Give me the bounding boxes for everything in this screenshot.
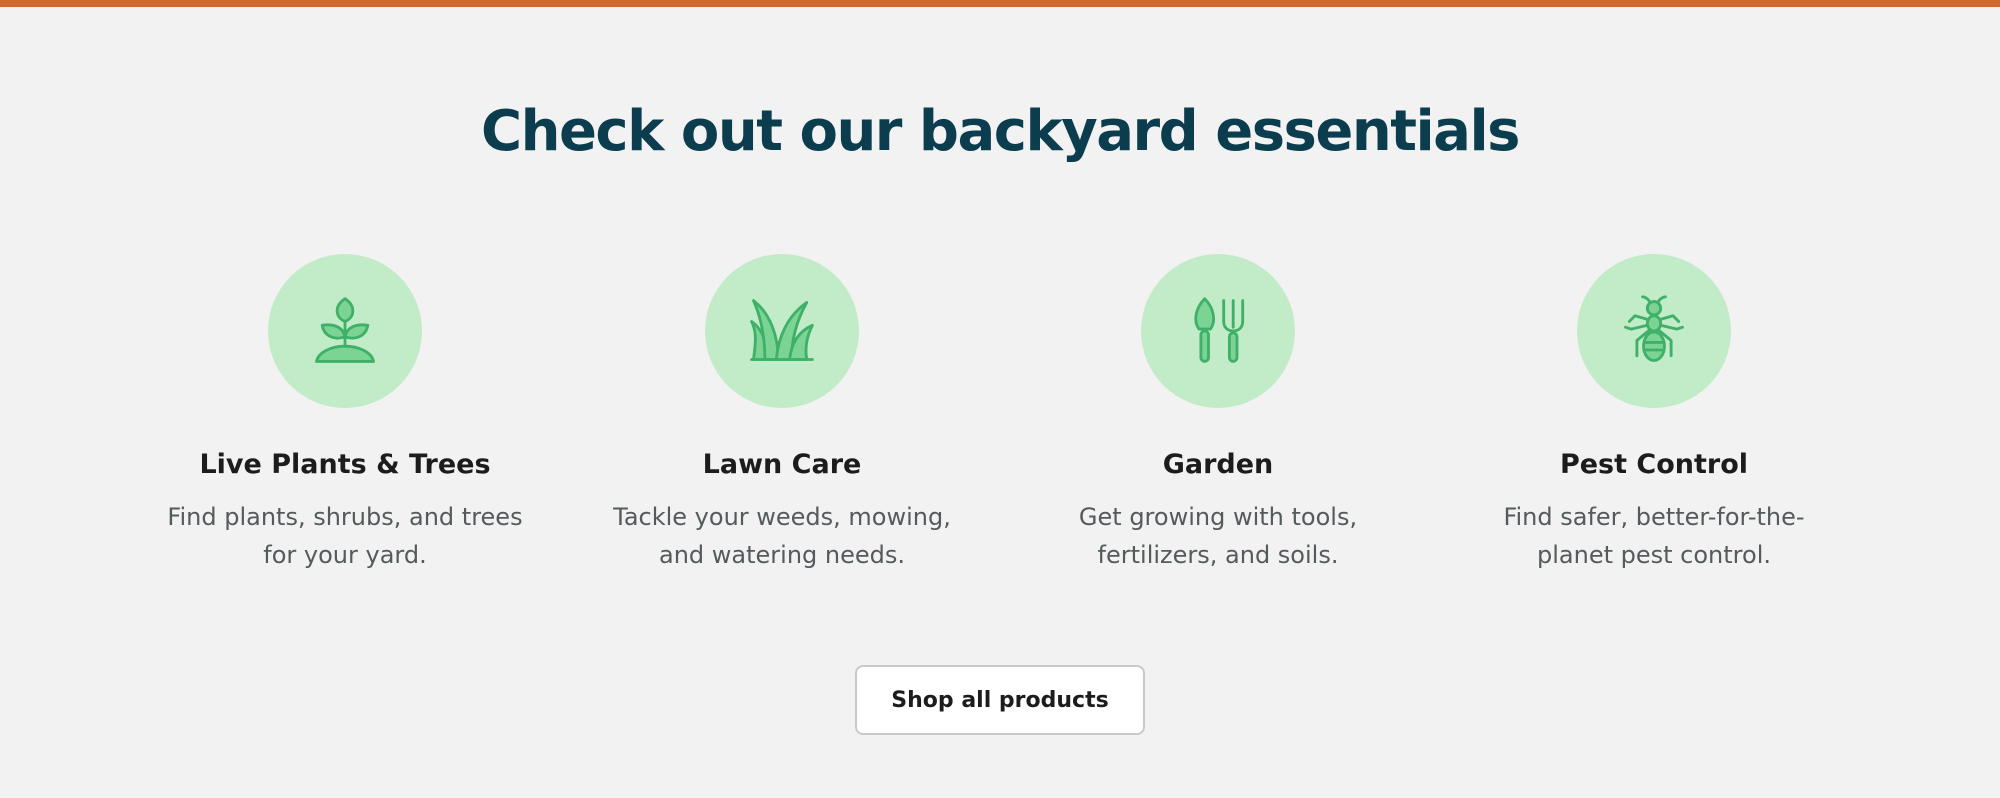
category-lawn-care[interactable]: Lawn Care Tackle your weeds, mowing, and… [564, 254, 1000, 574]
category-description: Find safer, better-for-the-planet pest c… [1503, 503, 1805, 569]
top-accent-bar [0, 0, 2000, 7]
category-title: Live Plants & Trees [199, 449, 491, 480]
category-description: Get growing with tools, fertilizers, and… [1078, 503, 1358, 569]
ant-icon [1577, 254, 1731, 408]
category-garden[interactable]: Garden Get growing with tools, fertilize… [1000, 254, 1436, 574]
sprout-icon [268, 254, 422, 408]
section-title: Check out our backyard essentials [480, 99, 1521, 164]
trowel-fork-icon [1141, 254, 1295, 408]
category-description: Find plants, shrubs, and trees for your … [167, 503, 523, 569]
category-pest-control[interactable]: Pest Control Find safer, better-for-the-… [1436, 254, 1872, 574]
category-title: Lawn Care [702, 449, 862, 480]
category-description: Tackle your weeds, mowing, and watering … [613, 503, 951, 569]
shop-all-products-button[interactable]: Shop all products [855, 665, 1145, 735]
grass-icon [705, 254, 859, 408]
category-title: Pest Control [1559, 449, 1749, 480]
category-title: Garden [1162, 449, 1274, 480]
category-live-plants[interactable]: Live Plants & Trees Find plants, shrubs,… [127, 254, 563, 574]
